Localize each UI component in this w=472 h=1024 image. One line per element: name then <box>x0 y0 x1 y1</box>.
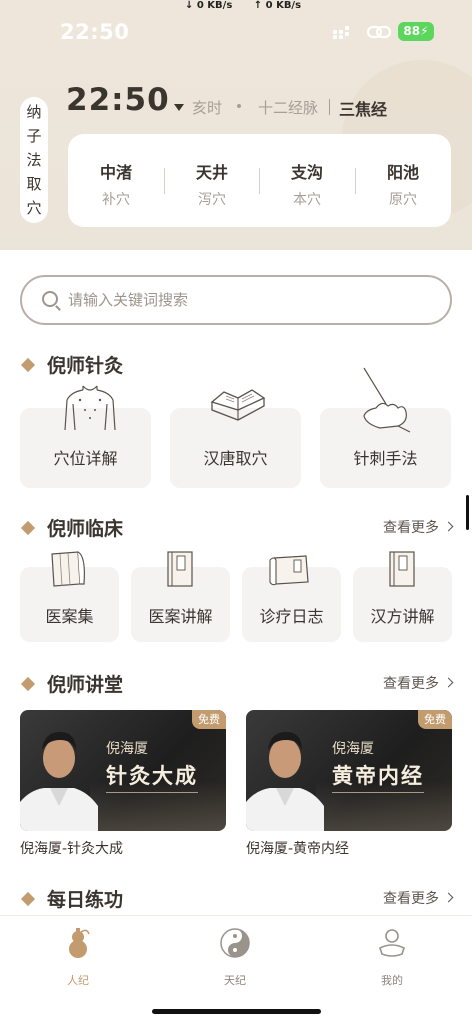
diamond-icon <box>20 520 36 535</box>
status-time: 22:50 <box>60 20 130 44</box>
card-label: 医案讲解 <box>148 607 213 626</box>
section-title-text: 倪师讲堂 <box>47 674 124 696</box>
net-down: ↓ 0 KB/s <box>185 0 233 11</box>
teacher-portrait-icon <box>246 732 324 831</box>
acupoint-item[interactable]: 支沟 本穴 <box>259 134 355 227</box>
course-caption[interactable]: 倪海厦-针灸大成 <box>20 838 123 858</box>
divider <box>332 792 424 793</box>
tab-tianji[interactable]: 天纪 <box>195 926 275 988</box>
card-label: 诊疗日志 <box>259 607 324 626</box>
acupoint-type: 本穴 <box>293 192 321 208</box>
search-icon <box>42 291 58 307</box>
acupoint-item[interactable]: 阳池 原穴 <box>355 134 451 227</box>
profile-icon <box>379 929 405 957</box>
section-title-clinical: 倪师临床 <box>20 514 123 541</box>
diamond-icon <box>20 357 36 372</box>
separator-dot <box>237 104 241 108</box>
nazi-char: 子 <box>26 127 42 145</box>
torso-illustration-icon <box>64 385 116 431</box>
book-illustration-icon <box>210 389 266 421</box>
signal-icon <box>333 25 353 39</box>
card-label: 汉方讲解 <box>370 607 435 626</box>
acupoint-item[interactable]: 天井 泻穴 <box>164 134 260 227</box>
section-title-text: 倪师针灸 <box>47 355 124 377</box>
course-name: 黄帝内经 <box>332 764 424 788</box>
home-indicator[interactable] <box>152 1009 321 1014</box>
current-time[interactable]: 22:50 <box>66 82 170 118</box>
battery-icon: 88⚡ <box>398 22 434 41</box>
search-input[interactable] <box>68 289 428 311</box>
meridian-label: 三焦经 <box>339 100 388 119</box>
teacher-portrait-icon <box>20 732 98 831</box>
acupoint-name: 中渚 <box>99 163 132 182</box>
search-box[interactable] <box>20 275 452 325</box>
tab-bar: 人纪 天纪 我的 <box>0 915 472 1024</box>
scroll-illustration-icon <box>51 551 85 587</box>
link-icon <box>366 25 392 39</box>
section-title-text: 每日练功 <box>47 889 124 911</box>
lecture-more-link[interactable]: 查看更多 <box>383 673 452 693</box>
system-label: 十二经脉 <box>258 99 319 117</box>
acupoint-type: 补穴 <box>102 192 130 208</box>
card-label: 汉唐取穴 <box>203 449 268 468</box>
nazi-method-button[interactable]: 纳 子 法 取 穴 <box>20 97 48 223</box>
battery-level: 88 <box>403 24 421 38</box>
book-icon <box>167 551 193 587</box>
tab-label: 我的 <box>381 974 403 987</box>
divider <box>106 792 198 793</box>
app-screen: ↓ 0 KB/s ↑ 0 KB/s 22:50 88⚡ 纳 子 法 取 穴 22… <box>0 0 472 1024</box>
section-title-practice: 每日练功 <box>20 885 123 912</box>
tab-label: 天纪 <box>224 974 246 987</box>
section-title-text: 倪师临床 <box>47 518 124 540</box>
network-speed: ↓ 0 KB/s ↑ 0 KB/s <box>185 0 319 11</box>
practice-more-link[interactable]: 查看更多 <box>383 888 452 908</box>
section-title-acupuncture: 倪师针灸 <box>20 351 123 378</box>
free-badge: 免费 <box>418 710 452 729</box>
diamond-icon <box>20 676 36 691</box>
nazi-char: 取 <box>26 175 42 193</box>
scrollbar[interactable] <box>466 495 469 530</box>
gourd-icon <box>69 928 90 958</box>
course-card[interactable]: 免费 倪海厦 针灸大成 <box>20 710 226 831</box>
nazi-char: 穴 <box>26 199 42 217</box>
clinical-more-link[interactable]: 查看更多 <box>383 517 452 537</box>
free-badge: 免费 <box>192 710 226 729</box>
book-icon <box>389 551 415 587</box>
acupoint-name: 天井 <box>195 163 228 182</box>
acupoint-name: 阳池 <box>386 163 419 182</box>
diamond-icon <box>20 891 36 906</box>
course-teacher: 倪海厦 <box>332 741 374 757</box>
card-label: 针刺手法 <box>353 449 418 468</box>
divider <box>329 99 330 115</box>
shichen-label: 亥时 <box>192 99 223 117</box>
taiji-icon <box>220 928 250 958</box>
nazi-char: 法 <box>26 151 42 169</box>
net-up: ↑ 0 KB/s <box>253 0 302 11</box>
course-teacher: 倪海厦 <box>106 741 148 757</box>
needle-hand-illustration-icon <box>363 367 411 433</box>
acupoint-type: 原穴 <box>389 192 417 208</box>
status-bar: ↓ 0 KB/s ↑ 0 KB/s 22:50 88⚡ <box>0 0 472 60</box>
scroll-open-icon <box>269 555 309 586</box>
acupoint-type: 泻穴 <box>198 192 226 208</box>
acupoint-item[interactable]: 中渚 补穴 <box>68 134 164 227</box>
acupoint-card: 中渚 补穴 天井 泻穴 支沟 本穴 阳池 原穴 <box>68 134 451 227</box>
card-label: 医案集 <box>45 607 94 626</box>
tab-label: 人纪 <box>67 974 89 987</box>
chevron-down-icon[interactable] <box>174 104 184 111</box>
course-name: 针灸大成 <box>106 764 198 788</box>
tab-renji[interactable]: 人纪 <box>38 926 118 988</box>
acupoint-name: 支沟 <box>290 163 323 182</box>
course-caption[interactable]: 倪海厦-黄帝内经 <box>246 838 349 858</box>
card-label: 穴位详解 <box>53 449 118 468</box>
course-card[interactable]: 免费 倪海厦 黄帝内经 <box>246 710 452 831</box>
nazi-char: 纳 <box>26 103 42 121</box>
tab-mine[interactable]: 我的 <box>352 926 432 988</box>
section-title-lecture: 倪师讲堂 <box>20 670 123 697</box>
